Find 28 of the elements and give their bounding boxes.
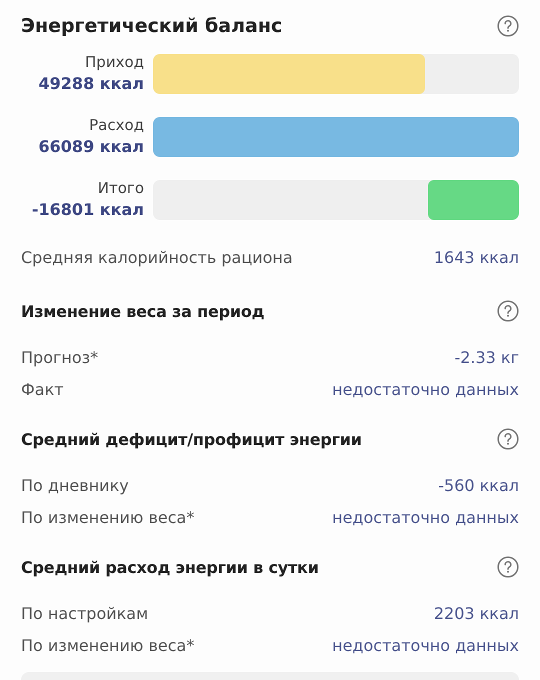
- bar-value: 49288 ккал: [38, 73, 144, 95]
- help-icon[interactable]: [497, 556, 519, 578]
- bar-label: Итого: [98, 178, 144, 199]
- row-label: По дневнику: [21, 476, 129, 494]
- row-value: недостаточно данных: [332, 508, 519, 526]
- help-icon[interactable]: [497, 300, 519, 322]
- row-value: -2.33 кг: [454, 348, 519, 366]
- row-label: Средняя калорийность рациона: [21, 248, 293, 266]
- help-icon[interactable]: [497, 428, 519, 450]
- section-title: Средний расход энергии в сутки: [21, 558, 319, 576]
- row-label: По изменению веса*: [21, 508, 194, 526]
- row-label: Факт: [21, 380, 64, 398]
- bar-value: 66089 ккал: [38, 136, 144, 158]
- row-value: 2203 ккал: [434, 604, 519, 622]
- row-label: Прогноз*: [21, 348, 98, 366]
- section-title: Энергетический баланс: [21, 15, 282, 37]
- row-label: По настройкам: [21, 604, 148, 622]
- bar-value: -16801 ккал: [32, 199, 144, 221]
- bar-label: Приход: [85, 52, 144, 73]
- bar-label: Расход: [89, 115, 144, 136]
- row-label: По изменению веса*: [21, 636, 194, 654]
- row-value: -560 ккал: [438, 476, 519, 494]
- row-value: недостаточно данных: [332, 380, 519, 398]
- help-icon[interactable]: [497, 15, 519, 37]
- section-title: Средний дефицит/профицит энергии: [21, 430, 362, 448]
- row-value: недостаточно данных: [332, 636, 519, 654]
- section-title: Изменение веса за период: [21, 302, 264, 320]
- row-value: 1643 ккал: [434, 248, 519, 266]
